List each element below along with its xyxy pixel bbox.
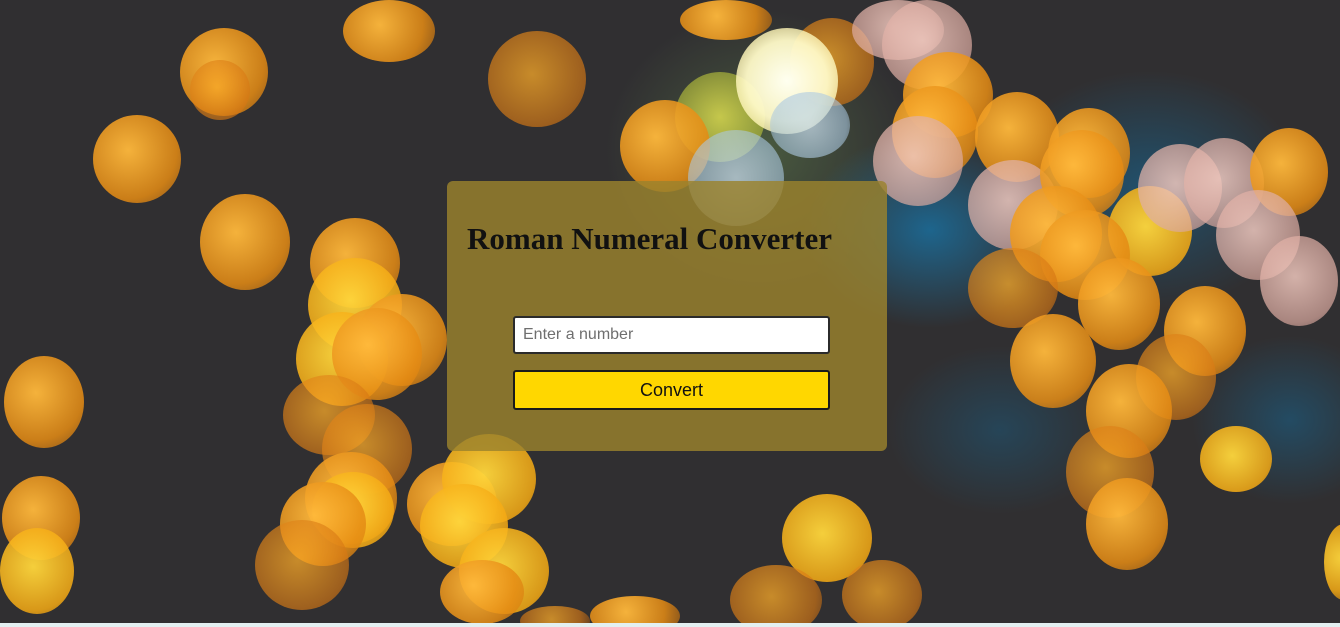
bokeh-light	[190, 60, 250, 120]
bokeh-light	[1086, 478, 1168, 570]
bokeh-light	[1078, 258, 1160, 350]
bokeh-light	[770, 92, 850, 158]
bokeh-light	[200, 194, 290, 290]
bokeh-light	[1324, 524, 1340, 600]
bokeh-light	[680, 0, 772, 40]
bokeh-light	[1010, 314, 1096, 408]
bokeh-light	[1260, 236, 1338, 326]
bokeh-light	[488, 31, 586, 127]
bokeh-light	[842, 560, 922, 623]
bokeh-light	[4, 356, 84, 448]
page-title: Roman Numeral Converter	[467, 221, 833, 256]
number-input[interactable]	[513, 316, 830, 354]
bokeh-light	[590, 596, 680, 623]
bokeh-light	[440, 560, 524, 623]
convert-button[interactable]: Convert	[513, 370, 830, 410]
bokeh-light	[0, 528, 74, 614]
bokeh-light	[1200, 426, 1272, 492]
converter-card: Roman Numeral Converter Convert	[447, 181, 887, 451]
bokeh-light	[520, 606, 590, 623]
bokeh-light	[93, 115, 181, 203]
bokeh-light	[343, 0, 435, 62]
bottom-strip	[0, 623, 1340, 627]
bokeh-light	[255, 520, 349, 610]
